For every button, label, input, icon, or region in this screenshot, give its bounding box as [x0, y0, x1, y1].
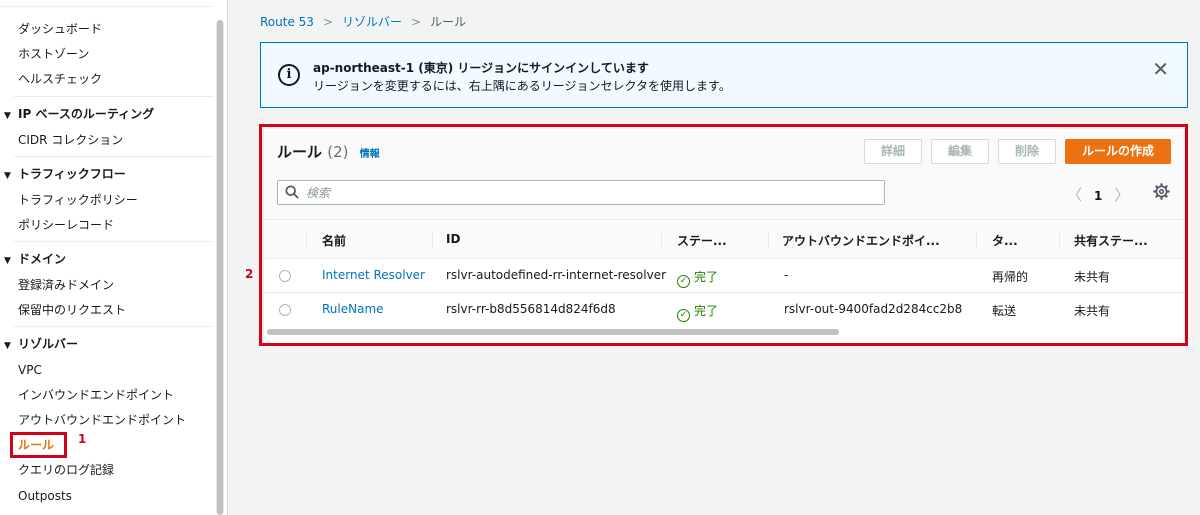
sidebar-section-label: トラフィックフロー — [18, 167, 126, 181]
sidebar-section-traffic-flow[interactable]: ▼ トラフィックフロー — [4, 166, 126, 184]
breadcrumb-resolver[interactable]: リゾルバー — [342, 15, 402, 29]
breadcrumb: Route 53 > リゾルバー > ルール — [260, 13, 466, 30]
sidebar-divider — [14, 326, 214, 327]
sidebar-item-health-checks[interactable]: ヘルスチェック — [18, 71, 102, 87]
caret-down-icon: ▼ — [4, 171, 11, 181]
close-icon[interactable]: ✕ — [1152, 57, 1169, 81]
sidebar-section-label: IP ベースのルーティング — [18, 107, 155, 121]
flash-title: ap-northeast-1 (東京) リージョンにサインインしています — [313, 61, 649, 75]
caret-down-icon: ▼ — [4, 111, 11, 121]
sidebar-item-policy-records[interactable]: ポリシーレコード — [18, 217, 114, 233]
chevron-right-icon: > — [322, 15, 333, 29]
sidebar-item-cidr-collections[interactable]: CIDR コレクション — [18, 132, 123, 148]
sidebar-item-hosted-zones[interactable]: ホストゾーン — [18, 46, 89, 62]
flash-message: リージョンを変更するには、右上隅にあるリージョンセレクタを使用します。 — [313, 79, 731, 93]
sidebar-item-vpc[interactable]: VPC — [18, 362, 42, 378]
sidebar-item-outbound-endpoints[interactable]: アウトバウンドエンドポイント — [18, 412, 186, 428]
sidebar-section-label: リゾルバー — [18, 337, 79, 351]
breadcrumb-route53[interactable]: Route 53 — [260, 15, 314, 29]
annotation-number-1: 1 — [78, 432, 87, 446]
sidebar-divider — [14, 156, 214, 157]
sidebar-item-outposts[interactable]: Outposts — [18, 488, 72, 504]
sidebar-section-resolver[interactable]: ▼ リゾルバー — [4, 336, 78, 354]
annotation-highlight-rules — [10, 432, 67, 458]
region-flash-banner: i ap-northeast-1 (東京) リージョンにサインインしています リ… — [260, 42, 1188, 108]
annotation-highlight-table — [259, 124, 1188, 346]
sidebar-section-label: ドメイン — [18, 252, 67, 266]
caret-down-icon: ▼ — [4, 256, 11, 266]
sidebar-item-inbound-endpoints[interactable]: インバウンドエンドポイント — [18, 387, 174, 403]
sidebar-divider — [14, 96, 214, 97]
sidebar-item-dashboard[interactable]: ダッシュボード — [18, 21, 102, 37]
sidebar-item-query-logging[interactable]: クエリのログ記録 — [18, 462, 114, 478]
sidebar-divider — [0, 6, 214, 7]
sidebar-section-domains[interactable]: ▼ ドメイン — [4, 251, 66, 269]
breadcrumb-rules: ルール — [430, 15, 467, 29]
scrollbar-thumb[interactable] — [217, 20, 223, 515]
sidebar-item-pending-requests[interactable]: 保留中のリクエスト — [18, 302, 126, 318]
caret-down-icon: ▼ — [4, 341, 11, 351]
sidebar-item-registered-domains[interactable]: 登録済みドメイン — [18, 277, 114, 293]
sidebar-item-traffic-policies[interactable]: トラフィックポリシー — [18, 192, 138, 208]
sidebar-divider — [14, 241, 214, 242]
sidebar-scrollbar[interactable] — [216, 20, 224, 515]
chevron-right-icon: > — [411, 15, 422, 29]
info-icon: i — [278, 64, 300, 86]
sidebar-section-ip-routing[interactable]: ▼ IP ベースのルーティング — [4, 106, 154, 124]
annotation-number-2: 2 — [245, 267, 254, 281]
